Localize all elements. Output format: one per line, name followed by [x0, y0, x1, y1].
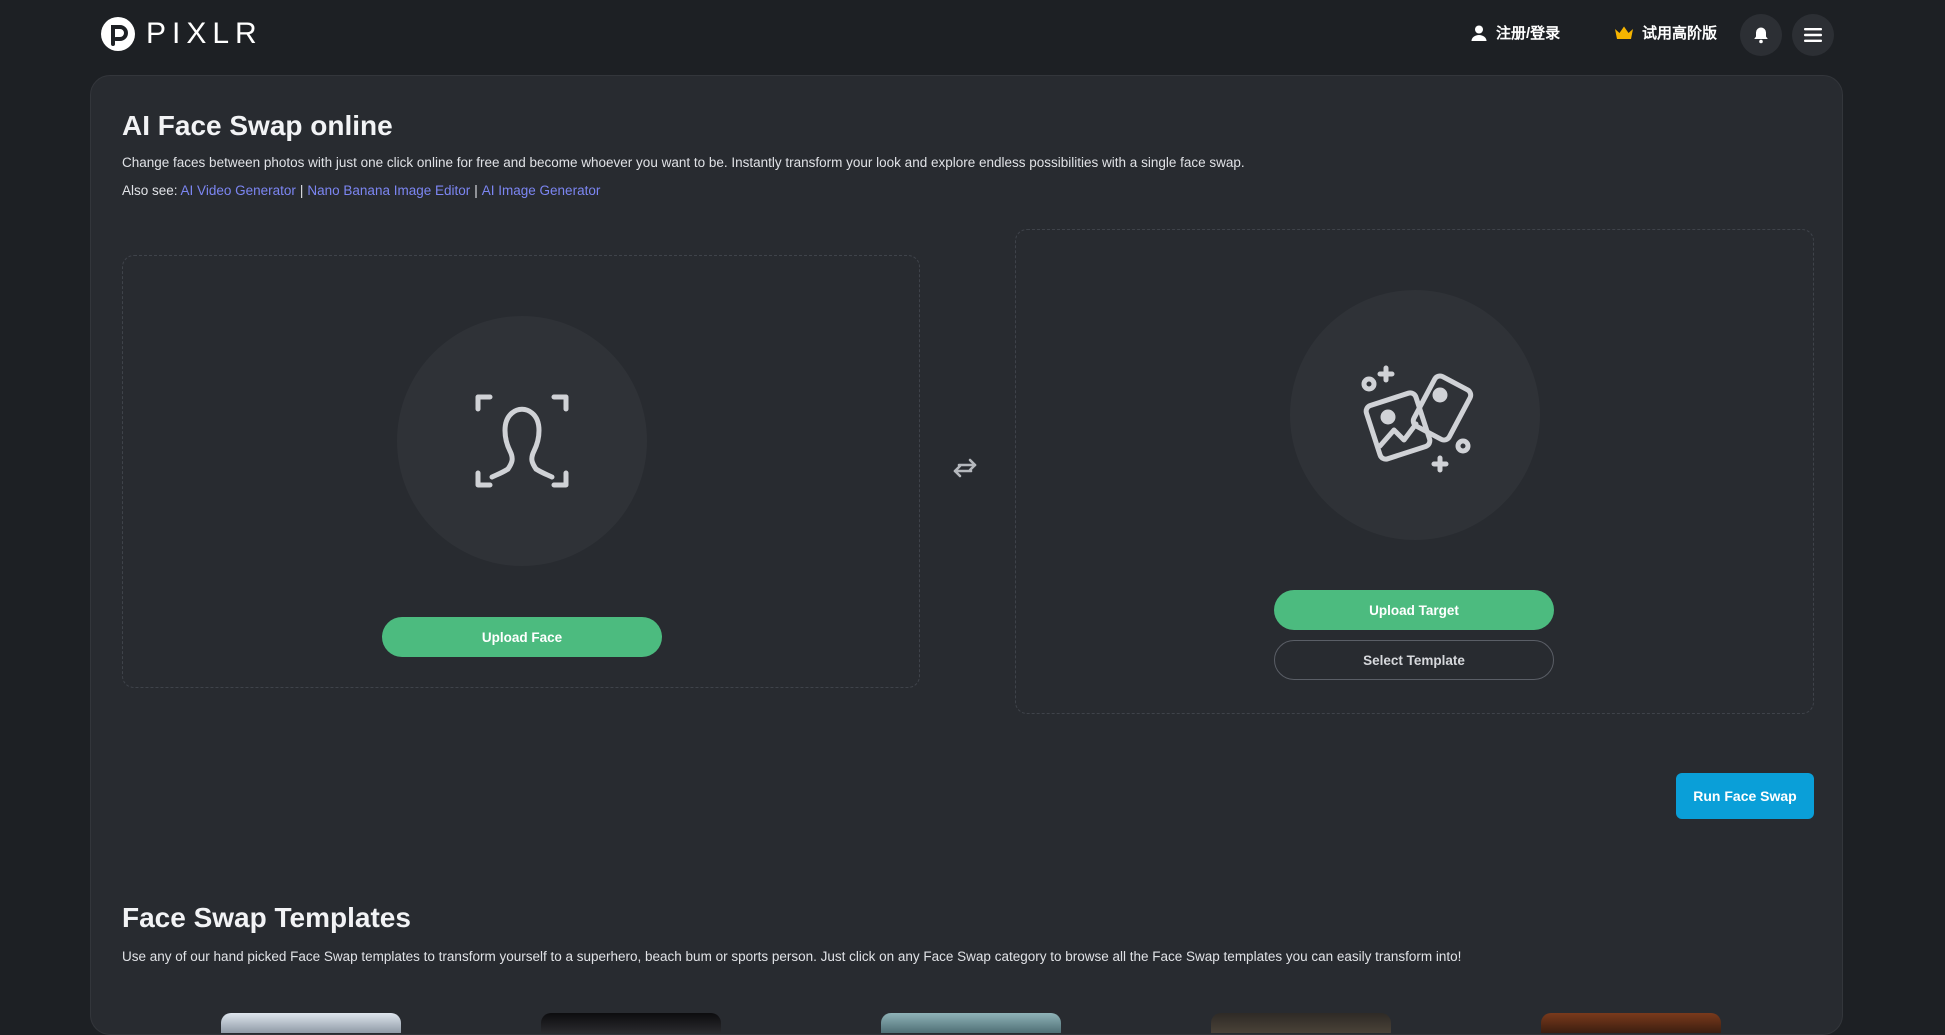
page-description: Change faces between photos with just on… — [122, 155, 1245, 170]
face-dropzone[interactable]: Upload Face — [122, 255, 920, 688]
link-separator: | — [299, 183, 304, 198]
link-ai-image-generator[interactable]: AI Image Generator — [482, 183, 601, 198]
pixlr-logo[interactable]: PIXLR — [100, 16, 263, 52]
templates-description: Use any of our hand picked Face Swap tem… — [122, 949, 1462, 964]
template-thumbnail[interactable] — [541, 1013, 721, 1033]
crown-icon — [1615, 26, 1633, 39]
try-premium-link[interactable]: 试用高阶版 — [1614, 22, 1717, 43]
page-title: AI Face Swap online — [122, 110, 393, 141]
link-nano-banana-image-editor[interactable]: Nano Banana Image Editor — [307, 183, 470, 198]
logo-text: PIXLR — [146, 17, 263, 50]
upload-target-button[interactable]: Upload Target — [1274, 590, 1554, 630]
target-dropzone[interactable]: Upload Target Select Template — [1015, 229, 1814, 714]
run-face-swap-button[interactable]: Run Face Swap — [1676, 773, 1814, 819]
template-thumbnail[interactable] — [881, 1013, 1061, 1033]
main-menu-button[interactable] — [1792, 14, 1834, 56]
top-header: PIXLR 注册/登录 试用高阶版 — [0, 0, 1945, 70]
pixlr-logo-mark-icon — [101, 17, 135, 51]
template-thumbnail[interactable] — [1541, 1013, 1721, 1033]
template-thumbnail[interactable] — [221, 1013, 401, 1033]
swap-arrows-icon[interactable] — [949, 452, 981, 484]
template-thumbnail[interactable] — [1211, 1013, 1391, 1033]
user-icon — [1471, 25, 1487, 41]
login-signup-link[interactable]: 注册/登录 — [1470, 22, 1560, 43]
link-separator: | — [474, 183, 478, 198]
also-see-links: Also see: AI Video Generator | Nano Banana… — [122, 183, 600, 198]
upload-face-button[interactable]: Upload Face — [382, 617, 662, 657]
hamburger-icon — [1804, 28, 1822, 42]
notifications-button[interactable] — [1740, 14, 1782, 56]
login-label: 注册/登录 — [1496, 25, 1561, 42]
images-sparkle-icon — [1361, 365, 1474, 473]
template-thumbnails — [91, 1013, 1844, 1033]
target-icon-circle — [1290, 290, 1540, 540]
face-scan-icon — [475, 394, 569, 488]
premium-label: 试用高阶版 — [1642, 25, 1718, 42]
templates-title: Face Swap Templates — [122, 902, 411, 933]
select-template-button[interactable]: Select Template — [1274, 640, 1554, 680]
bell-icon — [1754, 27, 1768, 44]
face-icon-circle — [397, 316, 647, 566]
also-see-prefix: Also see: — [122, 183, 178, 198]
link-ai-video-generator[interactable]: AI Video Generator — [181, 183, 296, 198]
face-swap-panel: AI Face Swap online Change faces between… — [90, 75, 1843, 1035]
